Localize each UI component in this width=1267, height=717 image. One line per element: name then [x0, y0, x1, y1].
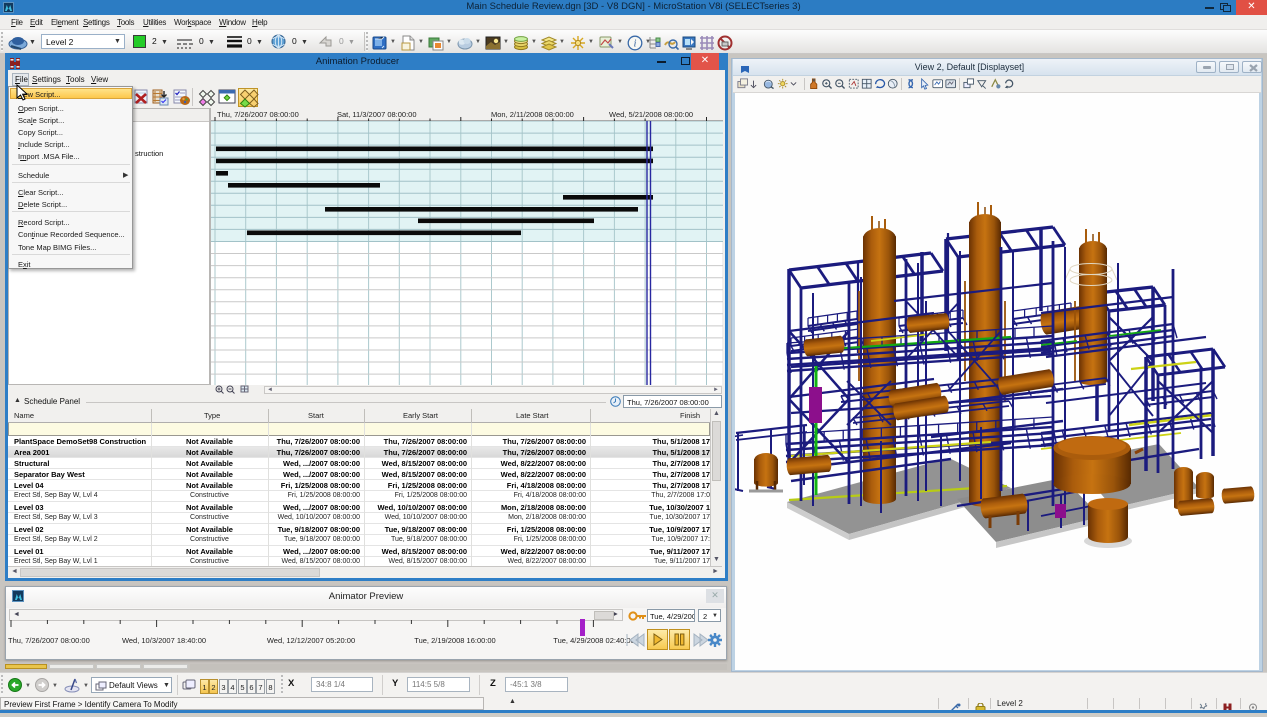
svg-text:i: i — [634, 39, 637, 50]
